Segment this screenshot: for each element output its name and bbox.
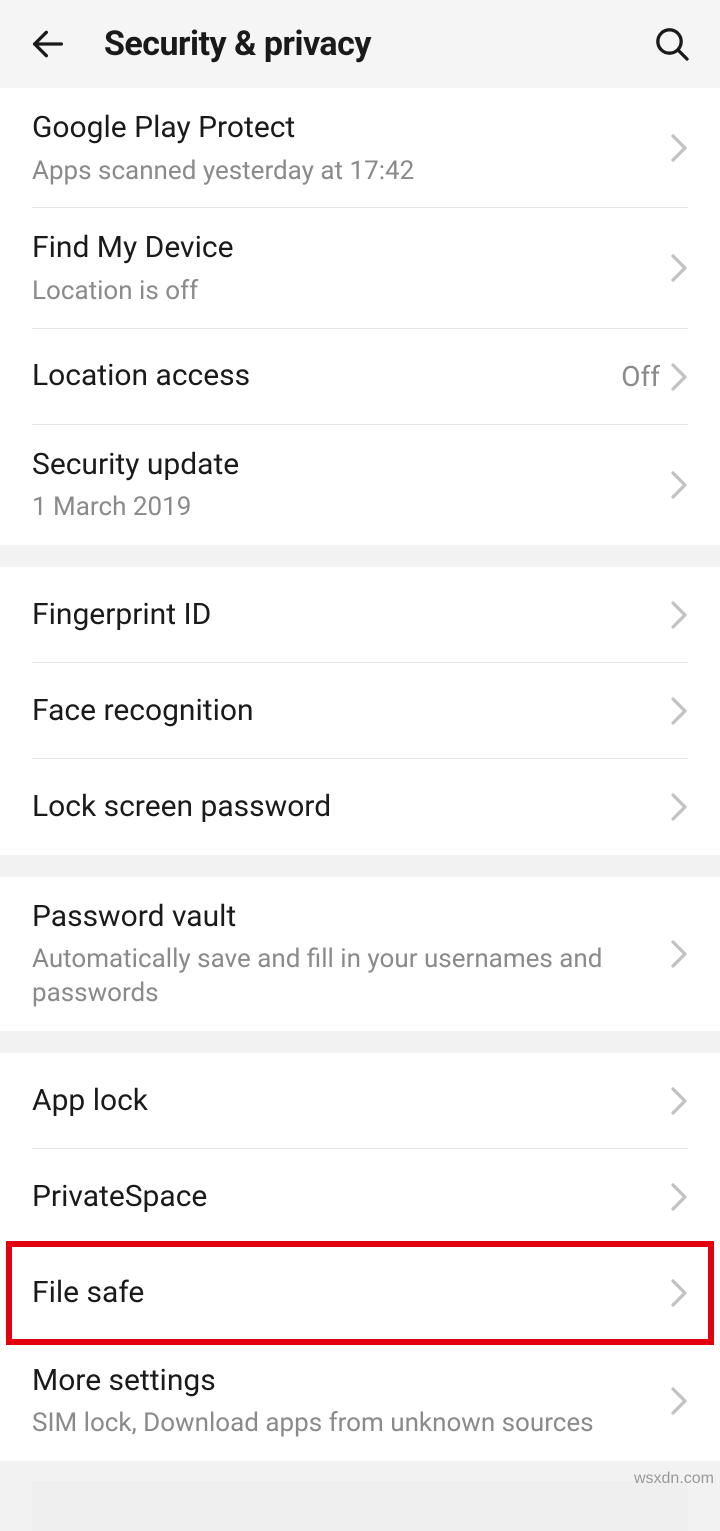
group-gap xyxy=(0,545,720,567)
chevron-right-icon xyxy=(670,470,688,500)
row-fingerprint-id[interactable]: Fingerprint ID xyxy=(0,567,720,663)
row-content: Password vault Automatically save and fil… xyxy=(32,877,670,1031)
row-file-safe[interactable]: File safe xyxy=(0,1245,720,1341)
row-title: Find My Device xyxy=(32,228,670,269)
back-button[interactable] xyxy=(24,20,72,68)
settings-group: Password vault Automatically save and fil… xyxy=(0,877,720,1031)
row-title: Fingerprint ID xyxy=(32,595,670,636)
chevron-right-icon xyxy=(670,792,688,822)
group-gap xyxy=(0,855,720,877)
chevron-right-icon xyxy=(670,362,688,392)
row-subtitle: Automatically save and fill in your user… xyxy=(32,943,670,1011)
row-play-protect[interactable]: Google Play Protect Apps scanned yesterda… xyxy=(0,88,720,208)
row-title: PrivateSpace xyxy=(32,1177,670,1218)
row-location-access[interactable]: Location accessOff xyxy=(0,329,720,425)
row-subtitle: Apps scanned yesterday at 17:42 xyxy=(32,155,670,189)
watermark: wsxdn.com xyxy=(634,1470,714,1488)
row-content: Find My Device Location is off xyxy=(32,208,670,328)
chevron-right-icon xyxy=(670,1182,688,1212)
chevron-right-icon xyxy=(670,1086,688,1116)
row-private-space[interactable]: PrivateSpace xyxy=(0,1149,720,1245)
row-title: Security update xyxy=(32,445,670,486)
chevron-right-icon xyxy=(670,133,688,163)
row-title: More settings xyxy=(32,1361,670,1402)
chevron-right-icon xyxy=(670,253,688,283)
row-title: Password vault xyxy=(32,897,670,938)
row-password-vault[interactable]: Password vault Automatically save and fil… xyxy=(0,877,720,1031)
row-find-my-device[interactable]: Find My Device Location is off xyxy=(0,208,720,328)
row-content: Google Play Protect Apps scanned yesterda… xyxy=(32,88,670,208)
app-header: Security & privacy xyxy=(0,0,720,88)
settings-group: Google Play Protect Apps scanned yesterda… xyxy=(0,88,720,545)
row-title: File safe xyxy=(32,1273,670,1314)
chevron-right-icon xyxy=(670,939,688,969)
row-more-settings[interactable]: More settings SIM lock, Download apps fro… xyxy=(0,1341,720,1461)
settings-list: Google Play Protect Apps scanned yesterda… xyxy=(0,88,720,1531)
settings-group: App lock PrivateSpace File safe More settin… xyxy=(0,1053,720,1461)
chevron-right-icon xyxy=(670,1278,688,1308)
chevron-right-icon xyxy=(670,600,688,630)
row-title: Lock screen password xyxy=(32,787,670,828)
row-title: App lock xyxy=(32,1081,670,1122)
row-app-lock[interactable]: App lock xyxy=(0,1053,720,1149)
row-subtitle: Location is off xyxy=(32,275,670,309)
group-gap xyxy=(0,1031,720,1053)
row-content: Security update 1 March 2019 xyxy=(32,425,670,545)
row-subtitle: 1 March 2019 xyxy=(32,491,670,525)
row-content: Face recognition xyxy=(32,671,670,752)
settings-group: Fingerprint ID Face recognition Lock scree… xyxy=(0,567,720,855)
row-content: Fingerprint ID xyxy=(32,575,670,656)
row-value: Off xyxy=(621,360,660,393)
row-content: Location access xyxy=(32,336,621,417)
row-content: App lock xyxy=(32,1061,670,1142)
search-button[interactable] xyxy=(648,20,696,68)
row-content: Lock screen password xyxy=(32,767,670,848)
chevron-right-icon xyxy=(670,1386,688,1416)
row-title: Google Play Protect xyxy=(32,108,670,149)
row-security-update[interactable]: Security update 1 March 2019 xyxy=(0,425,720,545)
search-icon xyxy=(652,24,692,64)
row-lock-screen-password[interactable]: Lock screen password xyxy=(0,759,720,855)
row-content: PrivateSpace xyxy=(32,1157,670,1238)
page-title: Security & privacy xyxy=(104,24,371,64)
footer-placeholder xyxy=(32,1481,688,1531)
row-title: Location access xyxy=(32,356,621,397)
row-subtitle: SIM lock, Download apps from unknown sou… xyxy=(32,1407,670,1441)
chevron-right-icon xyxy=(670,696,688,726)
row-face-recognition[interactable]: Face recognition xyxy=(0,663,720,759)
row-title: Face recognition xyxy=(32,691,670,732)
row-content: File safe xyxy=(32,1253,670,1334)
row-content: More settings SIM lock, Download apps fro… xyxy=(32,1341,670,1461)
arrow-left-icon xyxy=(28,24,68,64)
